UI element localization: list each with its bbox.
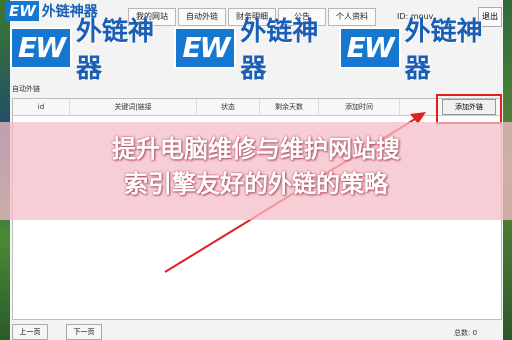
headline-line-1: 提升电脑维修与维护网站搜	[112, 135, 400, 163]
headline: 提升电脑维修与维护网站搜 索引擎友好的外链的策略	[0, 132, 512, 202]
headline-line-2: 索引擎友好的外链的策略	[124, 170, 388, 198]
